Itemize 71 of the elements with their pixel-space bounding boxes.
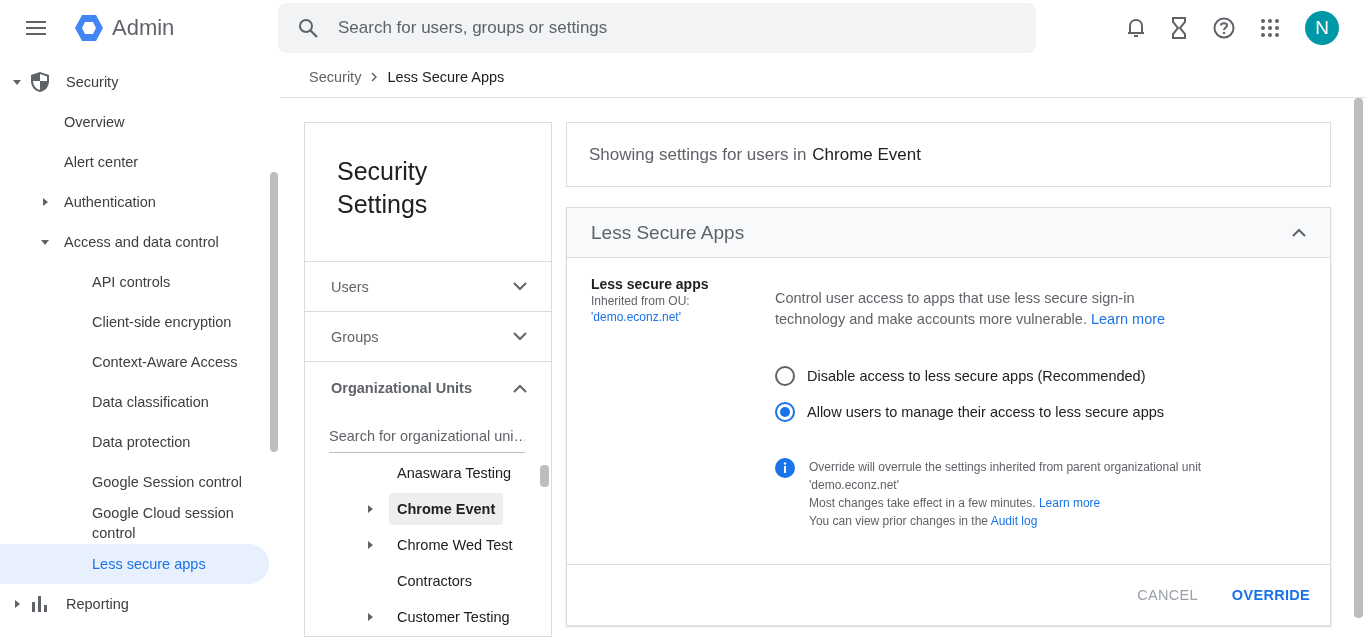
sidebar-item[interactable]: Data protection <box>0 422 269 462</box>
info-text: Most changes take effect in a few minutes. Learn more <box>809 495 1102 512</box>
help-icon[interactable] <box>1213 17 1235 39</box>
shield-icon <box>30 71 50 93</box>
override-button[interactable]: OVERRIDE <box>1221 579 1320 611</box>
chevron-up-icon[interactable] <box>1292 228 1306 237</box>
tree-item[interactable]: Contractors <box>389 565 480 597</box>
caret-down-icon <box>40 237 50 247</box>
setting-name: Less secure apps <box>591 276 710 292</box>
hexagon-logo-icon <box>74 14 104 42</box>
tree-item[interactable]: Chrome Event <box>389 493 504 525</box>
radio-button[interactable] <box>775 402 795 422</box>
sidebar-item[interactable]: Context-Aware Access <box>0 342 269 382</box>
chevron-down-icon[interactable] <box>513 332 527 341</box>
chevron-down-icon[interactable] <box>513 282 527 291</box>
caret-right-icon <box>365 612 375 622</box>
accordion-section[interactable]: Groups <box>305 312 551 362</box>
panel-title: Security Settings <box>305 123 551 262</box>
info-text: Override will overrule the settings inherited from parent organizational unit 'demo.econz.net' <box>809 459 1203 494</box>
tree-item[interactable]: Chrome Wed Test <box>389 529 521 561</box>
accordion-section[interactable]: Users <box>305 262 551 312</box>
info-link[interactable]: Audit log <box>990 514 1038 528</box>
breadcrumb-item[interactable]: Security <box>309 68 362 85</box>
info-link[interactable]: Learn more <box>1038 496 1101 510</box>
tree-item[interactable]: Anaswara Testing <box>389 457 520 489</box>
breadcrumb-item: Less Secure Apps <box>387 68 505 85</box>
caret-down-icon <box>12 77 22 87</box>
scrollbar-thumb[interactable] <box>1354 98 1363 618</box>
apps-grid-icon[interactable] <box>1261 19 1279 37</box>
chevron-up-icon[interactable] <box>513 383 527 393</box>
sidebar-item[interactable]: Security <box>0 62 269 102</box>
caret-right-icon <box>365 540 375 550</box>
card-header[interactable]: Less Secure Apps <box>567 208 1330 258</box>
showing-label: Showing settings for users in <box>589 144 807 165</box>
info-text: You can view prior changes in the Audit log <box>809 513 1039 530</box>
scrollbar-thumb[interactable] <box>270 172 278 452</box>
bar-chart-icon <box>30 596 50 612</box>
ou-link[interactable]: 'demo.econz.net' <box>591 310 681 324</box>
accordion-section[interactable]: Organizational Units <box>305 362 551 414</box>
sidebar-item[interactable]: API controls <box>0 262 269 302</box>
inherited-label: Inherited from OU: <box>591 294 691 308</box>
learn-more-link[interactable]: Learn more <box>1090 311 1166 327</box>
sidebar-item[interactable]: Google Session control <box>0 462 269 502</box>
app-name: Admin <box>112 15 175 41</box>
caret-right-icon <box>365 504 375 514</box>
sidebar-item[interactable]: Access and data control <box>0 222 269 262</box>
sidebar-item[interactable]: Reporting <box>0 584 269 624</box>
sidebar-item[interactable]: Client-side encryption <box>0 302 269 342</box>
radio-button[interactable] <box>775 366 795 386</box>
avatar[interactable]: N <box>1305 11 1339 45</box>
search-icon <box>298 18 318 38</box>
scrollbar-thumb[interactable] <box>540 465 549 487</box>
sidebar-item[interactable]: Alert center <box>0 142 269 182</box>
search-field[interactable]: Search for users, groups or settings <box>278 3 1036 53</box>
sidebar-item[interactable]: Google Cloud session control <box>0 502 269 544</box>
description: Control user access to apps that use less secure sign-in technology and make accounts more vulnerable. Learn more <box>775 289 1167 329</box>
tree-item[interactable]: Customer Testing <box>389 601 518 633</box>
caret-right-icon <box>12 599 22 609</box>
sidebar-item[interactable]: Overview <box>0 102 269 142</box>
sidebar-item[interactable]: Less secure apps <box>0 544 269 584</box>
sidebar-item[interactable]: Data classification <box>0 382 269 422</box>
unit-name: Chrome Event <box>812 144 921 165</box>
hourglass-icon[interactable] <box>1171 17 1187 39</box>
menu-icon[interactable] <box>26 21 46 35</box>
caret-right-icon <box>40 197 50 207</box>
radio-option[interactable]: Allow users to manage their access to less secure apps <box>775 402 1306 422</box>
radio-option[interactable]: Disable access to less secure apps (Recommended) <box>775 366 1306 386</box>
info-icon <box>775 458 795 478</box>
chevron-right-icon <box>371 71 378 82</box>
bell-icon[interactable] <box>1127 17 1145 39</box>
sidebar-item[interactable]: Authentication <box>0 182 269 222</box>
